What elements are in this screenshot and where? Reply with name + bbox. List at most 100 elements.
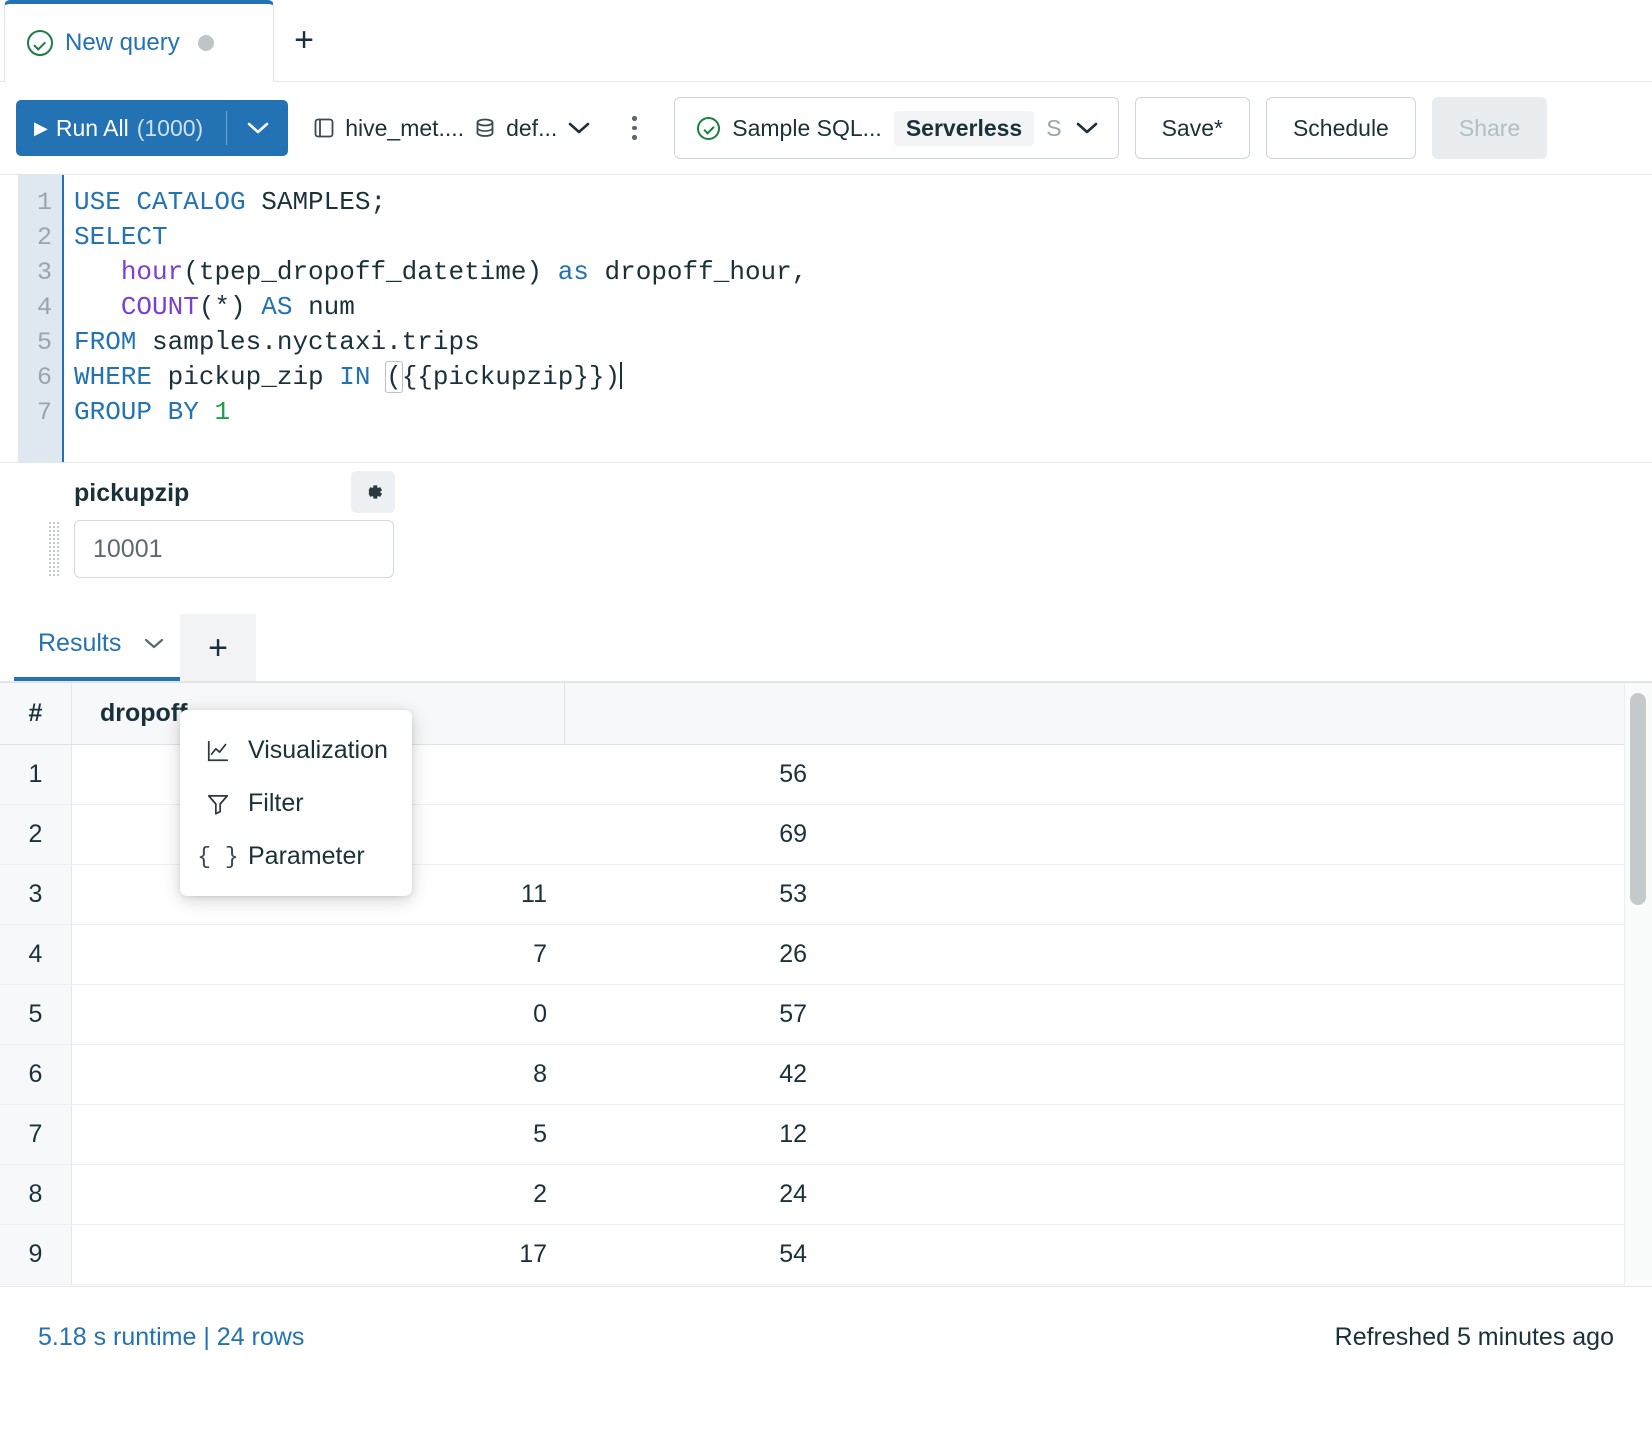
cell-num: 56 xyxy=(565,745,825,804)
braces-icon: { } xyxy=(204,844,232,870)
line-number: 4 xyxy=(37,290,52,325)
overflow-menu-button[interactable] xyxy=(620,100,648,156)
editor-gutter: 1 2 3 4 5 6 7 xyxy=(18,175,62,462)
warehouse-name: Sample SQL... xyxy=(732,115,882,142)
cell-num: 42 xyxy=(565,1045,825,1104)
drag-handle-icon[interactable] xyxy=(48,521,60,577)
table-row[interactable]: 8 2 24 xyxy=(0,1165,1652,1225)
unsaved-indicator-icon xyxy=(198,35,214,51)
share-button: Share xyxy=(1432,97,1547,159)
menu-item-filter[interactable]: Filter xyxy=(180,777,412,830)
cell-dropoff-hour: 17 xyxy=(72,1225,565,1284)
results-tab-label: Results xyxy=(38,629,121,658)
menu-item-label: Visualization xyxy=(248,736,388,765)
parameter-name-label: pickupzip xyxy=(74,479,189,508)
cell-num: 26 xyxy=(565,925,825,984)
gear-icon xyxy=(360,479,386,505)
results-tab-strip: Results + xyxy=(0,604,1652,682)
row-index: 3 xyxy=(0,865,72,924)
run-all-label: Run All xyxy=(56,115,129,142)
catalog-selector[interactable]: hive_met.... def... xyxy=(312,115,592,142)
row-index: 8 xyxy=(0,1165,72,1224)
row-index: 7 xyxy=(0,1105,72,1164)
editor-code-area[interactable]: USE CATALOG SAMPLES; SELECT hour(tpep_dr… xyxy=(62,175,1652,462)
warehouse-selector[interactable]: Sample SQL... Serverless S xyxy=(674,97,1118,159)
schedule-button[interactable]: Schedule xyxy=(1266,97,1416,159)
table-row[interactable]: 9 17 54 xyxy=(0,1225,1652,1285)
chevron-down-icon xyxy=(1074,120,1100,136)
toolbar: ▶ Run All (1000) hive_met.... def... xyxy=(0,82,1652,174)
menu-item-visualization[interactable]: Visualization xyxy=(180,724,412,777)
tab-results[interactable]: Results xyxy=(16,604,189,682)
cell-num: 69 xyxy=(565,805,825,864)
tab-label: New query xyxy=(65,29,180,57)
kebab-dot xyxy=(632,126,637,131)
cell-num: 53 xyxy=(565,865,825,924)
new-tab-button[interactable]: + xyxy=(275,14,333,66)
cell-dropoff-hour: 7 xyxy=(72,925,565,984)
sql-editor[interactable]: 1 2 3 4 5 6 7 USE CATALOG SAMPLES; SELEC… xyxy=(0,174,1652,462)
code-line-3: hour(tpep_dropoff_datetime) as dropoff_h… xyxy=(74,255,1652,290)
cell-filler xyxy=(825,1165,1652,1224)
kebab-dot xyxy=(632,116,637,121)
row-index: 2 xyxy=(0,805,72,864)
vertical-scrollbar-thumb[interactable] xyxy=(1630,693,1646,905)
line-chart-icon xyxy=(204,738,232,764)
column-header-num[interactable] xyxy=(565,683,825,744)
parameter-value-input[interactable]: 10001 xyxy=(74,520,394,578)
run-all-button[interactable]: ▶ Run All (1000) xyxy=(16,100,225,156)
line-number: 2 xyxy=(37,220,52,255)
save-button[interactable]: Save* xyxy=(1135,97,1250,159)
code-line-4: COUNT(*) AS num xyxy=(74,290,1652,325)
line-number: 1 xyxy=(37,185,52,220)
runtime-status[interactable]: 5.18 s runtime | 24 rows xyxy=(38,1323,304,1352)
table-row[interactable]: 4 7 26 xyxy=(0,925,1652,985)
line-number: 5 xyxy=(37,325,52,360)
code-line-2: SELECT xyxy=(74,220,1652,255)
line-number: 7 xyxy=(37,395,52,430)
schema-name: def... xyxy=(506,115,557,142)
menu-item-parameter[interactable]: { } Parameter xyxy=(180,830,412,883)
run-all-count: (1000) xyxy=(137,115,203,142)
funnel-icon xyxy=(204,791,232,817)
chevron-down-icon[interactable] xyxy=(141,635,167,651)
cell-dropoff-hour: 8 xyxy=(72,1045,565,1104)
check-circle-icon xyxy=(27,30,53,56)
row-index: 9 xyxy=(0,1225,72,1284)
cell-num: 12 xyxy=(565,1105,825,1164)
table-row[interactable]: 5 0 57 xyxy=(0,985,1652,1045)
column-header-filler xyxy=(825,683,1652,744)
tab-new-query[interactable]: New query xyxy=(4,0,274,82)
catalog-name: hive_met.... xyxy=(345,115,464,142)
line-number: 6 xyxy=(37,360,52,395)
column-header-index: # xyxy=(0,683,72,744)
cell-num: 54 xyxy=(565,1225,825,1284)
row-index: 1 xyxy=(0,745,72,804)
add-result-tab-button[interactable]: + xyxy=(180,614,256,682)
refreshed-status: Refreshed 5 minutes ago xyxy=(1335,1323,1614,1352)
kebab-dot xyxy=(632,135,637,140)
parameters-panel: pickupzip 10001 xyxy=(0,462,1652,604)
cell-filler xyxy=(825,985,1652,1044)
play-icon: ▶ xyxy=(34,119,48,137)
text-cursor xyxy=(620,362,622,389)
table-row[interactable]: 6 8 42 xyxy=(0,1045,1652,1105)
warehouse-size: S xyxy=(1046,115,1061,142)
code-line-5: FROM samples.nyctaxi.trips xyxy=(74,325,1652,360)
run-options-caret-button[interactable] xyxy=(228,100,288,156)
parameter-settings-button[interactable] xyxy=(351,471,395,513)
cell-dropoff-hour: 0 xyxy=(72,985,565,1044)
cell-filler xyxy=(825,745,1652,804)
chevron-down-icon xyxy=(566,120,592,136)
menu-item-label: Filter xyxy=(248,789,304,818)
check-circle-icon xyxy=(697,117,720,140)
tab-bar: New query + xyxy=(0,0,1652,82)
database-icon xyxy=(473,116,497,140)
cell-filler xyxy=(825,925,1652,984)
catalog-icon xyxy=(312,116,336,140)
cell-filler xyxy=(825,805,1652,864)
warehouse-type-badge: Serverless xyxy=(894,111,1034,146)
cell-filler xyxy=(825,1225,1652,1284)
row-index: 6 xyxy=(0,1045,72,1104)
table-row[interactable]: 7 5 12 xyxy=(0,1105,1652,1165)
